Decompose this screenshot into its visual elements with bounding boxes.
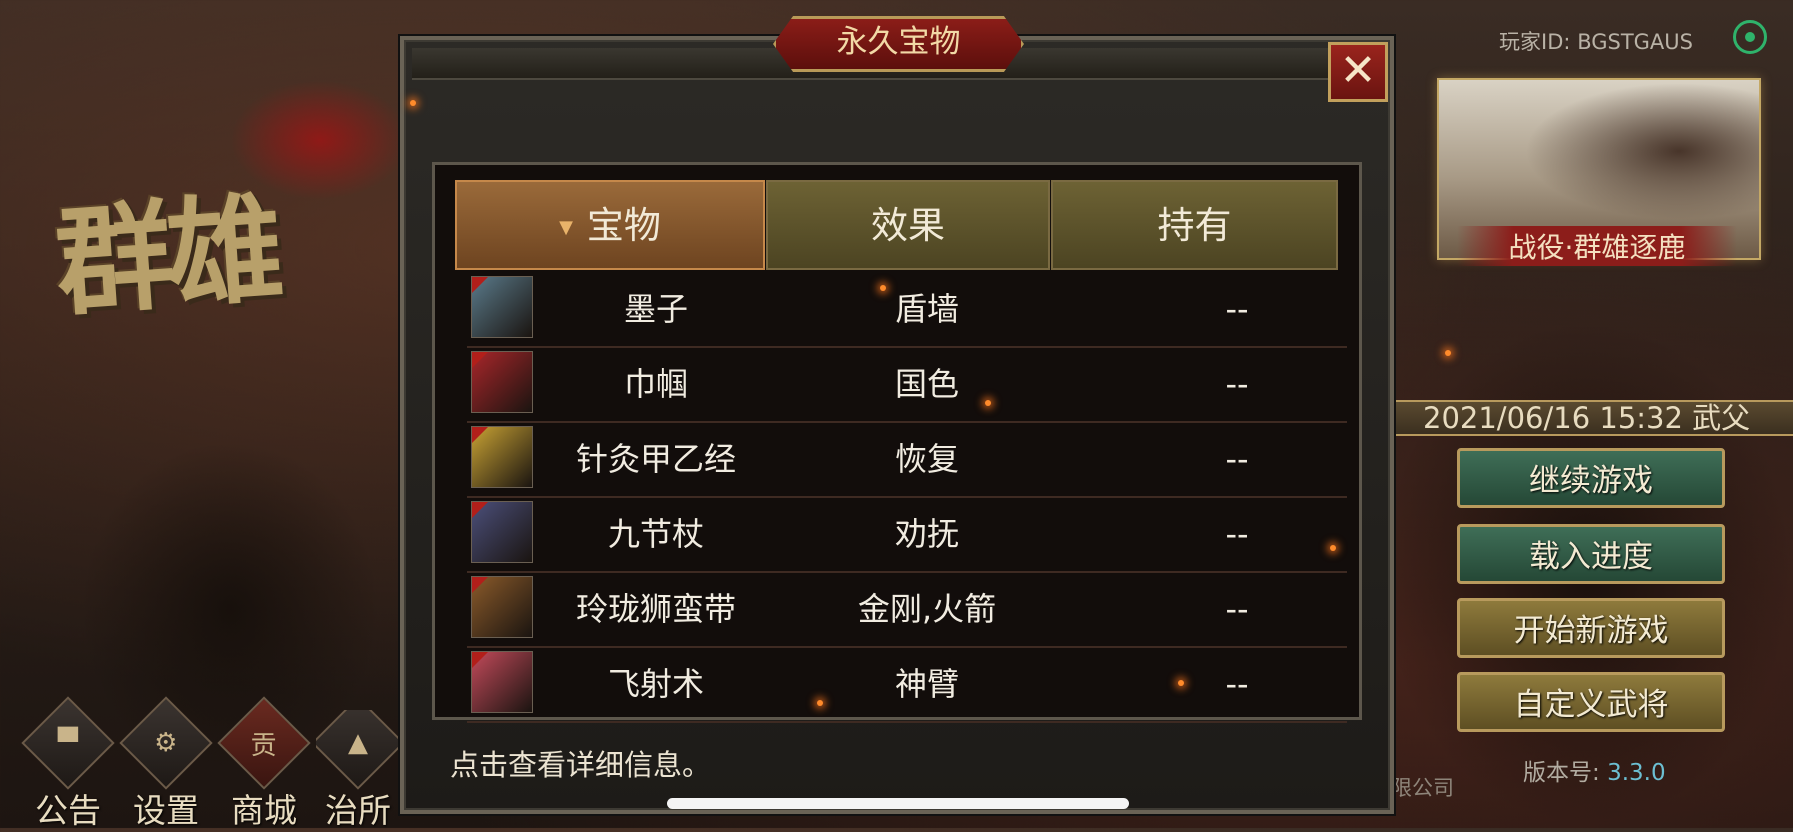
version-info: 版本号: 3.3.0 xyxy=(1523,753,1666,787)
table-row[interactable]: 墨子 盾墙 -- xyxy=(467,272,1347,348)
nav-announcement[interactable]: ▀ 公告 xyxy=(21,696,115,832)
manual-icon xyxy=(471,651,533,713)
table-row[interactable]: 玲珑狮蛮带 金刚,火箭 -- xyxy=(467,572,1347,648)
nav-label: 公告 xyxy=(35,791,101,830)
treasure-owned: -- xyxy=(1225,665,1249,703)
treasure-effect: 恢复 xyxy=(894,440,959,478)
ember-particle xyxy=(1330,545,1336,551)
player-id: 玩家ID: BGSTGAUS xyxy=(1499,26,1693,56)
treasure-effect: 金刚,火箭 xyxy=(857,590,997,628)
sort-arrow-icon: ▼ xyxy=(559,216,573,238)
version-label: 版本号: xyxy=(1523,760,1600,786)
treasure-owned: -- xyxy=(1225,515,1249,553)
shop-icon: 贡 xyxy=(217,696,311,790)
ember-particle xyxy=(1178,680,1184,686)
table-row[interactable]: 九节杖 劝抚 -- xyxy=(467,497,1347,573)
robe-icon xyxy=(471,351,533,413)
column-header-effect[interactable]: 效果 xyxy=(766,180,1050,270)
nav-label: 治所 xyxy=(325,791,391,830)
treasure-owned: -- xyxy=(1225,365,1249,403)
new-game-button[interactable]: 开始新游戏 xyxy=(1457,598,1725,658)
treasure-name: 墨子 xyxy=(623,290,688,328)
column-header-treasure[interactable]: ▼ 宝物 xyxy=(455,180,765,270)
nav-label: 商城 xyxy=(231,791,297,830)
version-number: 3.3.0 xyxy=(1607,760,1666,786)
footer-hint: 点击查看详细信息。 xyxy=(450,748,712,782)
nav-settings[interactable]: ⚙ 设置 xyxy=(119,696,213,832)
continue-game-button[interactable]: 继续游戏 xyxy=(1457,448,1725,508)
ember-particle xyxy=(1445,350,1451,356)
treasure-name: 飞射术 xyxy=(607,665,704,703)
staff-icon xyxy=(471,501,533,563)
ember-particle xyxy=(817,700,823,706)
table-row[interactable]: 飞射术 神臂 -- xyxy=(467,647,1347,723)
nav-office[interactable]: ▲ 治所 xyxy=(316,710,400,832)
treasure-owned: -- xyxy=(1225,290,1249,328)
table-row[interactable]: 巾帼 国色 -- xyxy=(467,347,1347,423)
nav-label: 设置 xyxy=(133,791,199,830)
ember-particle xyxy=(880,285,886,291)
treasure-name: 针灸甲乙经 xyxy=(575,440,736,478)
signal-icon[interactable] xyxy=(1733,20,1767,54)
announcement-icon: ▀ xyxy=(21,696,115,790)
treasure-effect: 国色 xyxy=(894,365,959,403)
home-indicator[interactable] xyxy=(667,798,1129,809)
belt-icon xyxy=(471,576,533,638)
ember-particle xyxy=(410,100,416,106)
office-icon: ▲ xyxy=(316,710,400,790)
book-icon xyxy=(471,426,533,488)
close-button[interactable]: ✕ xyxy=(1328,42,1388,102)
treasure-name: 巾帼 xyxy=(623,365,688,403)
gear-icon: ⚙ xyxy=(119,696,213,790)
treasure-effect: 劝抚 xyxy=(894,515,959,553)
treasure-effect: 盾墙 xyxy=(894,290,959,328)
player-id-value: BGSTGAUS xyxy=(1577,30,1693,54)
table-row[interactable]: 针灸甲乙经 恢复 -- xyxy=(467,422,1347,498)
load-progress-button[interactable]: 载入进度 xyxy=(1457,524,1725,584)
treasure-name: 九节杖 xyxy=(607,515,704,553)
custom-general-button[interactable]: 自定义武将 xyxy=(1457,672,1725,732)
dialog-title: 永久宝物 xyxy=(773,16,1024,72)
treasure-effect: 神臂 xyxy=(894,665,959,703)
treasure-name: 玲珑狮蛮带 xyxy=(575,590,736,628)
close-icon: ✕ xyxy=(1339,45,1377,96)
nav-shop[interactable]: 贡 商城 xyxy=(217,696,311,832)
treasure-owned: -- xyxy=(1225,440,1249,478)
scroll-icon xyxy=(471,276,533,338)
player-id-label: 玩家ID: xyxy=(1499,30,1571,54)
game-logo: 群雄 xyxy=(51,178,281,333)
column-header-owned[interactable]: 持有 xyxy=(1051,180,1338,270)
treasure-owned: -- xyxy=(1225,590,1249,628)
campaign-title: 战役·群雄逐鹿 xyxy=(1457,226,1737,266)
ember-particle xyxy=(985,400,991,406)
save-info: 2021/06/16 15:32 武父 xyxy=(1395,400,1793,436)
